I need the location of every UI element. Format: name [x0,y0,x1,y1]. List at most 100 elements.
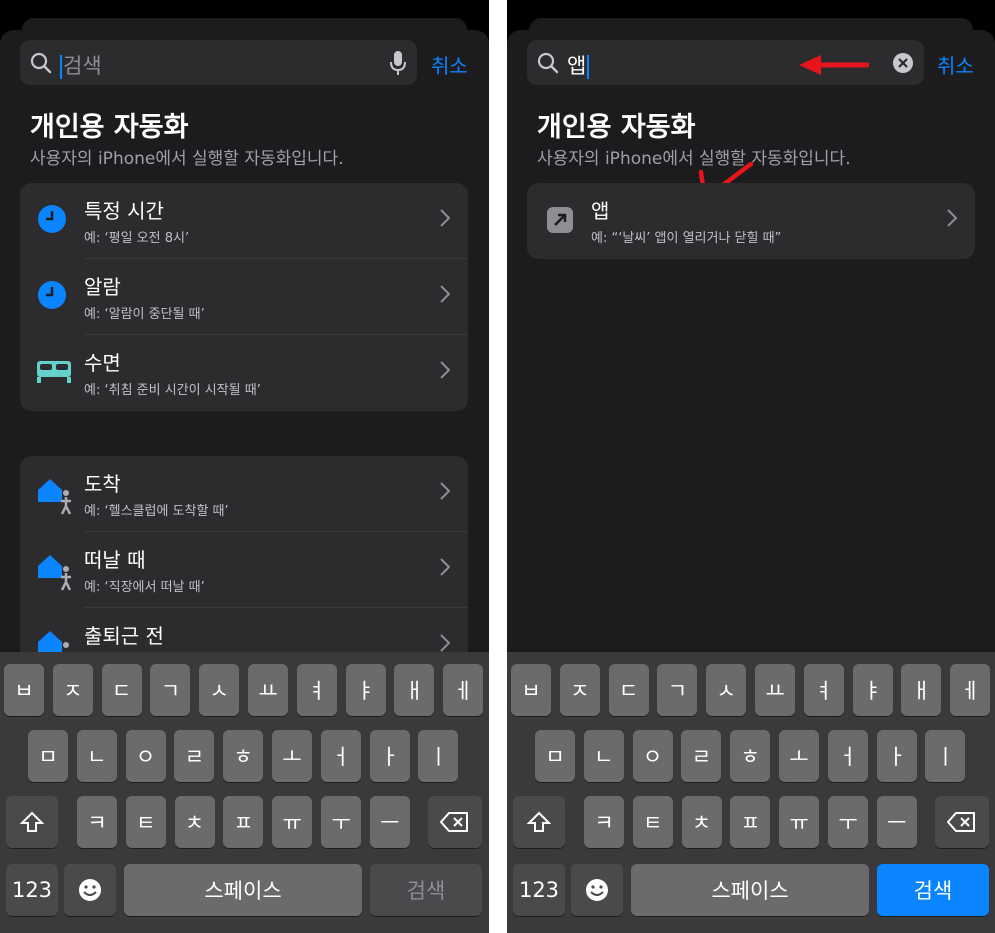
list-item-title: 알람 [84,275,121,299]
list-item-time-of-day[interactable]: 특정 시간 예: ‘평일 오전 8시’ [20,183,468,259]
key-ㅂ[interactable]: ㅂ [4,664,44,716]
list-item-app[interactable]: 앱 예: “‘날씨’ 앱이 열리거나 닫힐 때” [527,183,975,259]
key-ㅔ[interactable]: ㅔ [950,664,991,716]
key-ㅑ[interactable]: ㅑ [345,664,386,716]
key-ㅣ[interactable]: ㅣ [418,730,459,782]
list-item-subtitle: 예: ‘직장에서 떠날 때’ [84,580,205,595]
chevron-right-icon [440,361,450,379]
chevron-right-icon [440,558,450,576]
key-ㅊ[interactable]: ㅊ [681,796,722,848]
key-ㅇ[interactable]: ㅇ [125,730,166,782]
screen-before: 검색 취소 개인용 자동화 사용자의 iPhone에서 실행할 자동화입니다. … [0,0,489,933]
page-title: 개인용 자동화 [30,112,189,143]
list-item-arrive[interactable]: 도착 예: ‘헬스클럽에 도착할 때’ [20,456,468,532]
key-ㅠ[interactable]: ㅠ [779,796,820,848]
key-ㅑ[interactable]: ㅑ [852,664,893,716]
cancel-button[interactable]: 취소 [431,50,468,79]
cancel-button[interactable]: 취소 [937,50,974,79]
search-action-key[interactable]: 검색 [370,864,482,916]
key-ㅈ[interactable]: ㅈ [559,664,600,716]
key-ㅣ[interactable]: ㅣ [925,730,966,782]
key-ㅗ[interactable]: ㅗ [779,730,819,782]
emoji-icon [79,879,101,901]
chevron-right-icon [440,209,450,227]
key-ㄱ[interactable]: ㄱ [657,664,698,716]
key-ㅋ[interactable]: ㅋ [77,796,117,848]
search-input[interactable]: 앱 [567,50,590,80]
key-ㅕ[interactable]: ㅕ [803,664,844,716]
key-ㅍ[interactable]: ㅍ [223,796,264,848]
key-ㄹ[interactable]: ㄹ [174,730,215,782]
shift-key[interactable] [6,796,58,848]
shift-key[interactable] [513,796,565,848]
key-ㅎ[interactable]: ㅎ [223,730,264,782]
numbers-key[interactable]: 123 [513,864,565,916]
alarm-icon [38,281,66,309]
home-person-icon [38,555,72,591]
clear-text-icon[interactable] [892,52,914,74]
key-ㅁ[interactable]: ㅁ [535,730,575,782]
key-ㅅ[interactable]: ㅅ [199,664,240,716]
chevron-right-icon [440,482,450,500]
key-ㅌ[interactable]: ㅌ [125,796,166,848]
text-cursor [60,55,62,79]
key-ㄹ[interactable]: ㄹ [681,730,722,782]
emoji-key[interactable] [64,864,116,916]
bed-icon [37,361,71,383]
key-ㅋ[interactable]: ㅋ [584,796,624,848]
key-ㅜ[interactable]: ㅜ [828,796,868,848]
key-ㅓ[interactable]: ㅓ [320,730,361,782]
search-icon [537,52,559,74]
key-ㅛ[interactable]: ㅛ [755,664,795,716]
key-ㅕ[interactable]: ㅕ [296,664,337,716]
search-input[interactable]: 검색 [60,50,102,80]
key-ㅐ[interactable]: ㅐ [394,664,435,716]
search-field[interactable]: 검색 [20,40,417,85]
key-ㄴ[interactable]: ㄴ [583,730,624,782]
list-item-alarm[interactable]: 알람 예: ‘알람이 중단될 때’ [20,259,468,335]
shift-icon [527,811,551,832]
emoji-key[interactable] [571,864,623,916]
key-ㄷ[interactable]: ㄷ [608,664,649,716]
key-ㅁ[interactable]: ㅁ [28,730,68,782]
text-cursor [587,55,590,79]
space-key[interactable]: 스페이스 [124,864,362,916]
numbers-key[interactable]: 123 [6,864,58,916]
list-item-leave[interactable]: 떠날 때 예: ‘직장에서 떠날 때’ [20,532,468,608]
key-ㄱ[interactable]: ㄱ [150,664,191,716]
microphone-icon[interactable] [389,50,407,76]
search-value: 앱 [567,54,587,78]
key-ㅏ[interactable]: ㅏ [369,730,410,782]
list-item-subtitle: 예: “‘날씨’ 앱이 열리거나 닫힐 때” [591,231,782,246]
key-ㅐ[interactable]: ㅐ [901,664,942,716]
backspace-icon [440,812,468,832]
key-ㄷ[interactable]: ㄷ [101,664,142,716]
key-ㅗ[interactable]: ㅗ [272,730,312,782]
chevron-right-icon [440,634,450,652]
list-item-sleep[interactable]: 수면 예: ‘취침 준비 시간이 시작될 때’ [20,335,468,411]
key-ㅍ[interactable]: ㅍ [730,796,771,848]
key-ㅏ[interactable]: ㅏ [876,730,917,782]
chevron-right-icon [947,209,957,227]
search-action-key[interactable]: 검색 [877,864,989,916]
list-item-subtitle: 예: ‘헬스클럽에 도착할 때’ [84,504,229,519]
key-ㅌ[interactable]: ㅌ [632,796,673,848]
key-ㅡ[interactable]: ㅡ [876,796,917,848]
key-ㅂ[interactable]: ㅂ [511,664,551,716]
space-key[interactable]: 스페이스 [631,864,869,916]
backspace-key[interactable] [428,796,482,848]
key-ㅇ[interactable]: ㅇ [632,730,673,782]
backspace-key[interactable] [935,796,989,848]
key-ㅜ[interactable]: ㅜ [321,796,361,848]
key-ㅛ[interactable]: ㅛ [248,664,288,716]
key-ㅓ[interactable]: ㅓ [827,730,868,782]
key-ㅅ[interactable]: ㅅ [706,664,747,716]
shift-icon [20,811,44,832]
key-ㅎ[interactable]: ㅎ [730,730,771,782]
key-ㅊ[interactable]: ㅊ [174,796,215,848]
key-ㅡ[interactable]: ㅡ [369,796,410,848]
key-ㅔ[interactable]: ㅔ [443,664,484,716]
key-ㄴ[interactable]: ㄴ [76,730,117,782]
key-ㅠ[interactable]: ㅠ [272,796,313,848]
key-ㅈ[interactable]: ㅈ [52,664,93,716]
